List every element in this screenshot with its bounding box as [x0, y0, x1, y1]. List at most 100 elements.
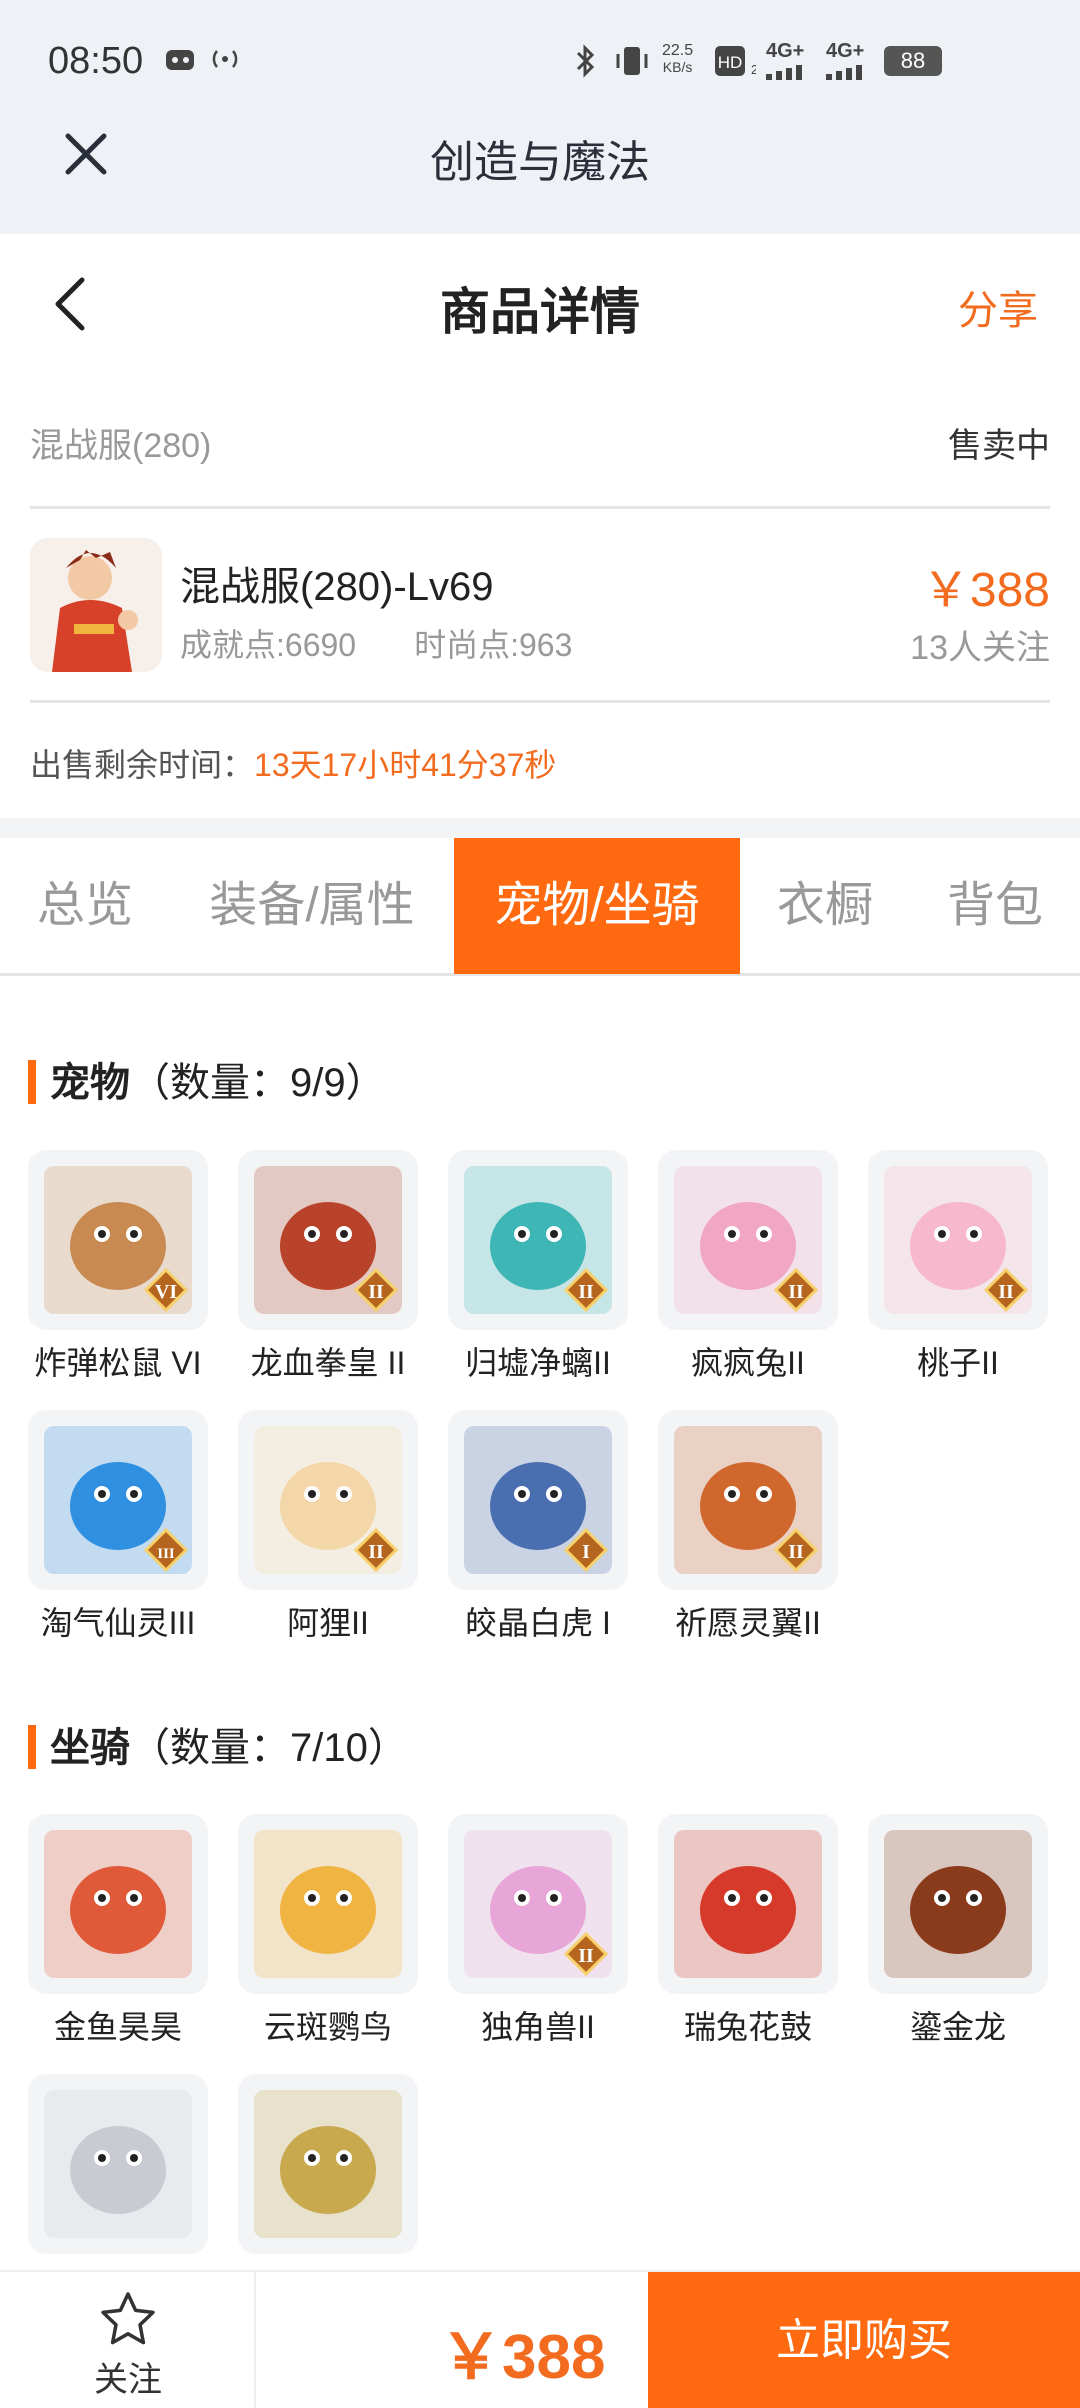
- timer-value: 13天17小时41分37秒: [254, 747, 557, 783]
- network-speed-unit: KB/s: [662, 59, 693, 75]
- sale-timer: 出售剩余时间：13天17小时41分37秒: [30, 740, 556, 786]
- mount-item[interactable]: 鎏金龙: [868, 1814, 1048, 2064]
- mount-thumbnail: [28, 2074, 208, 2254]
- section-gap: [0, 818, 1080, 838]
- section-accent-bar: [28, 1060, 36, 1104]
- svg-text:II: II: [368, 1541, 384, 1563]
- pet-thumbnail: III: [28, 1410, 208, 1590]
- pet-item[interactable]: II 桃子II: [868, 1150, 1048, 1400]
- achievement-points: 成就点:6690: [180, 627, 357, 663]
- follower-count: 13人关注: [910, 629, 1050, 667]
- mount-thumbnail: [28, 1814, 208, 1994]
- pet-thumbnail: II: [238, 1410, 418, 1590]
- pet-name: 淘气仙灵III: [40, 1605, 196, 1641]
- tab-pets-mounts[interactable]: 宠物/坐骑: [454, 838, 740, 974]
- server-name: 混战服(280): [30, 427, 212, 465]
- follow-button[interactable]: 关注: [0, 2272, 256, 2408]
- tab-bar: 总览 装备/属性 宠物/坐骑 衣橱 背包: [0, 838, 1080, 976]
- mount-name: 鎏金龙: [909, 2009, 1006, 2045]
- pet-item[interactable]: VI 炸弹松鼠 VI: [28, 1150, 208, 1400]
- pet-item[interactable]: III 淘气仙灵III: [28, 1410, 208, 1660]
- network-type-1: 4G+: [766, 40, 805, 62]
- pets-title: 宠物: [50, 1061, 130, 1105]
- server-row: 混战服(280) 售卖中: [30, 410, 1050, 470]
- pet-thumbnail: II: [658, 1150, 838, 1330]
- pets-section-header: 宠物（数量：9/9）: [28, 1050, 386, 1110]
- mount-thumbnail: [658, 1814, 838, 1994]
- item-price: ￥388: [921, 564, 1050, 617]
- game-controller-icon: [164, 44, 196, 78]
- svg-text:I: I: [582, 1541, 590, 1563]
- pet-name: 归墟净螭II: [465, 1345, 611, 1381]
- mount-thumbnail: [238, 1814, 418, 1994]
- svg-text:II: II: [998, 1281, 1014, 1303]
- app-title: 创造与魔法: [430, 138, 650, 187]
- pet-item[interactable]: II 归墟净螭II: [448, 1150, 628, 1400]
- pets-count: （数量：9/9）: [130, 1061, 386, 1105]
- battery-level: 88: [900, 48, 926, 73]
- app-header-area: 08:50 22.5 KB/s HD 2 4G+ 4G+ 88 创造与魔法: [0, 0, 1080, 234]
- signal-icon-2: [826, 63, 874, 86]
- fashion-points: 时尚点:963: [414, 627, 573, 663]
- mount-item[interactable]: 金鱼昊昊: [28, 1814, 208, 2064]
- mount-thumbnail: [868, 1814, 1048, 1994]
- pet-thumbnail: II: [658, 1410, 838, 1590]
- star-icon: [101, 2292, 155, 2345]
- follow-label: 关注: [94, 2361, 162, 2399]
- timer-label: 出售剩余时间：: [30, 747, 255, 783]
- tab-wardrobe[interactable]: 衣橱: [740, 838, 910, 974]
- pet-thumbnail: II: [238, 1150, 418, 1330]
- bluetooth-icon: [572, 44, 598, 78]
- mounts-title: 坐骑: [50, 1726, 130, 1770]
- pet-item[interactable]: II 祈愿灵翼II: [658, 1410, 838, 1660]
- tab-overview[interactable]: 总览: [0, 838, 170, 974]
- svg-text:II: II: [578, 1281, 594, 1303]
- mount-item[interactable]: 云斑鹦鸟: [238, 1814, 418, 2064]
- status-bar: 08:50 22.5 KB/s HD 2 4G+ 4G+ 88: [0, 0, 1080, 126]
- pet-name: 祈愿灵翼II: [675, 1605, 821, 1641]
- pet-item[interactable]: I 皎晶白虎 I: [448, 1410, 628, 1660]
- hotspot-icon: [208, 44, 242, 78]
- svg-text:III: III: [157, 1546, 175, 1562]
- share-button[interactable]: 分享: [958, 278, 1038, 336]
- svg-text:II: II: [368, 1281, 384, 1303]
- svg-text:II: II: [578, 1945, 594, 1967]
- network-type-2: 4G+: [826, 40, 865, 62]
- item-card[interactable]: 混战服(280)-Lv69 成就点:6690 时尚点:963 ￥388 13人关注: [30, 532, 1050, 682]
- svg-text:2: 2: [751, 62, 756, 77]
- buy-now-button[interactable]: 立即购买: [648, 2272, 1080, 2408]
- pet-name: 龙血拳皇 II: [250, 1345, 406, 1381]
- page-title: 商品详情: [440, 284, 640, 340]
- pet-thumbnail: I: [448, 1410, 628, 1590]
- vibrate-icon: [612, 44, 652, 78]
- mount-name: 云斑鹦鸟: [263, 2009, 392, 2045]
- character-avatar: [30, 538, 162, 672]
- pet-item[interactable]: II 龙血拳皇 II: [238, 1150, 418, 1400]
- mount-item[interactable]: 瑞兔花鼓: [658, 1814, 838, 2064]
- tab-backpack[interactable]: 背包: [910, 838, 1080, 974]
- mounts-section-header: 坐骑（数量：7/10）: [28, 1715, 408, 1775]
- svg-text:VI: VI: [155, 1281, 177, 1303]
- pet-name: 阿狸II: [287, 1605, 369, 1641]
- pet-name: 桃子II: [917, 1345, 999, 1381]
- tab-equipment[interactable]: 装备/属性: [170, 838, 454, 974]
- mount-item[interactable]: II 独角兽II: [448, 1814, 628, 2064]
- mount-thumbnail: II: [448, 1814, 628, 1994]
- svg-text:II: II: [788, 1541, 804, 1563]
- mount-name: 金鱼昊昊: [53, 2009, 182, 2045]
- bottom-action-bar: 关注 ￥388 立即购买: [0, 2270, 1080, 2408]
- signal-icon-1: [766, 63, 814, 86]
- item-title: 混战服(280)-Lv69: [180, 565, 494, 609]
- mount-thumbnail: [238, 2074, 418, 2254]
- sale-status: 售卖中: [948, 427, 1050, 465]
- pet-item[interactable]: II 阿狸II: [238, 1410, 418, 1660]
- pet-thumbnail: VI: [28, 1150, 208, 1330]
- pet-thumbnail: II: [868, 1150, 1048, 1330]
- nav-bar: 商品详情 分享: [0, 234, 1080, 374]
- status-time: 08:50: [48, 40, 144, 82]
- mount-name: 瑞兔花鼓: [683, 2009, 812, 2045]
- divider: [30, 700, 1050, 703]
- pet-item[interactable]: II 疯疯兔II: [658, 1150, 838, 1400]
- bottom-price: ￥388: [440, 2323, 606, 2392]
- battery-icon: 88: [884, 46, 942, 76]
